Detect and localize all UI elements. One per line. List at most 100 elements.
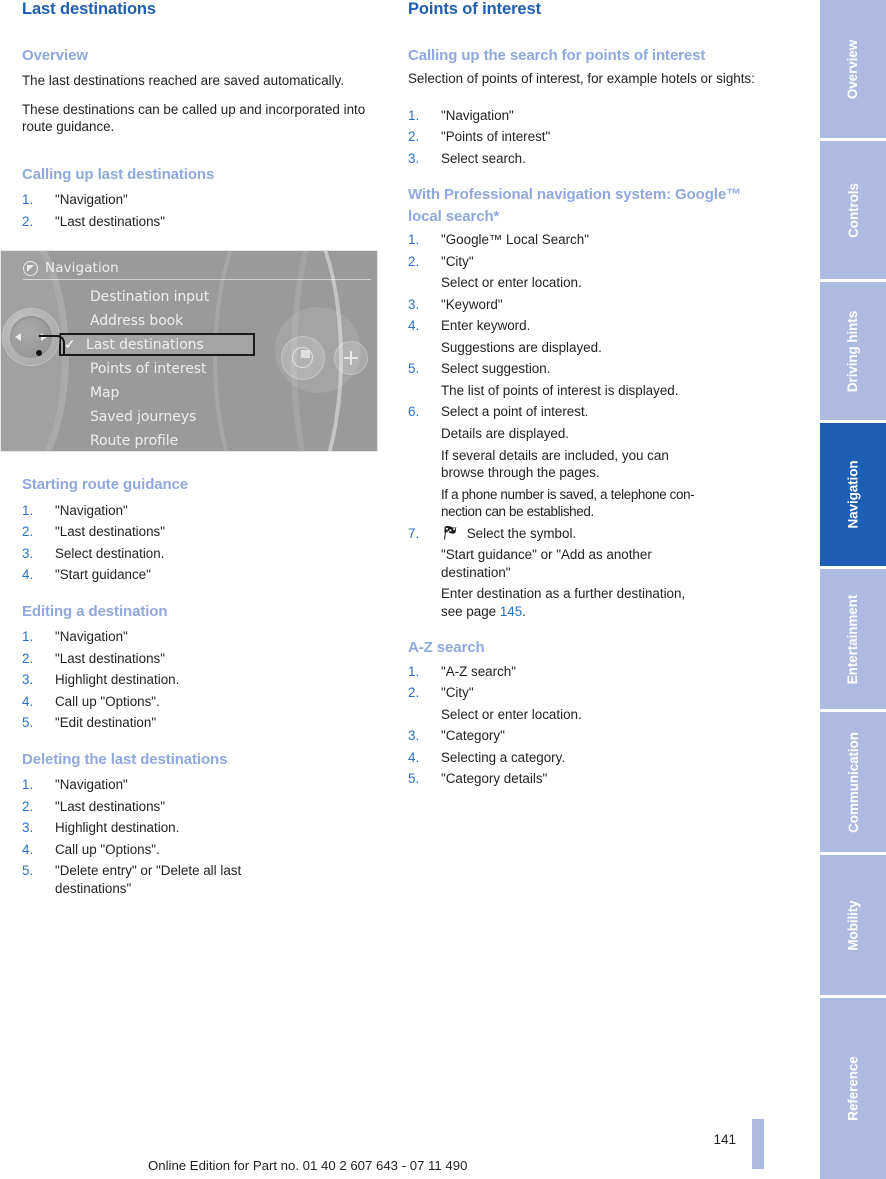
step-detail: If a phone number is saved, a telephone … xyxy=(441,486,695,520)
step-number: 5. xyxy=(408,771,420,787)
page-edge-marker xyxy=(752,1119,764,1169)
list-item: 2. "Last destinations" xyxy=(22,213,397,231)
step-number: 7. xyxy=(408,525,420,541)
list-item: 3. "Keyword" xyxy=(408,296,783,314)
page-reference-link[interactable]: 145 xyxy=(500,604,522,619)
step-number: 2. xyxy=(22,650,34,666)
step-detail: Details are displayed. xyxy=(441,425,570,441)
step-text: Call up "Options". xyxy=(55,841,160,857)
menu-item-label: Address book xyxy=(90,313,184,330)
page-title-left: Last destinations xyxy=(22,0,156,18)
step-detail: The list of points of interest is displa… xyxy=(441,382,679,398)
idrive-menu-item-map[interactable]: Map xyxy=(87,381,317,405)
step-number: 1. xyxy=(22,629,34,645)
steps-calling-up-last-destinations: 1. "Navigation" 2. "Last destinations" xyxy=(22,191,397,230)
steps-google-local-search: 1. "Google™ Local Search" 2. "City" Sele… xyxy=(408,231,783,620)
step-text: "Start guidance" xyxy=(55,567,151,583)
step-number: 1. xyxy=(408,107,420,123)
step-number: 4. xyxy=(22,567,34,583)
divider xyxy=(23,279,371,281)
list-item: 6. Select a point of interest. Details a… xyxy=(408,403,783,520)
list-item: 4. "Start guidance" xyxy=(22,566,397,584)
step-text: Select a point of interest. xyxy=(441,404,589,420)
idrive-header-title: Navigation xyxy=(45,260,119,277)
list-item: 2. "Points of interest" xyxy=(408,128,783,146)
tab-navigation[interactable]: Navigation xyxy=(820,423,886,566)
step-text: "Navigation" xyxy=(441,107,514,123)
callout-leader-line xyxy=(39,335,65,355)
idrive-menu-item-saved-journeys[interactable]: Saved journeys xyxy=(87,405,317,429)
step-text: Select destination. xyxy=(55,545,165,561)
list-item: 4. Selecting a category. xyxy=(408,749,783,767)
tab-reference[interactable]: Reference xyxy=(820,998,886,1179)
step-text: "Keyword" xyxy=(441,296,503,312)
step-text: Select search. xyxy=(441,150,526,166)
step-text: Select suggestion. xyxy=(441,361,551,377)
tab-label: Navigation xyxy=(845,460,861,529)
list-item: 1. "Navigation" xyxy=(22,776,397,794)
list-item: 3. Highlight destination. xyxy=(22,819,397,837)
step-detail: Suggestions are displayed. xyxy=(441,339,602,355)
step-detail: If several details are included, you can… xyxy=(441,447,669,481)
steps-calling-up-search-poi: 1. "Navigation" 2. "Points of interest" … xyxy=(408,107,783,168)
idrive-menu-item-last-destinations[interactable]: ✓ Last destinations xyxy=(59,333,255,357)
tab-controls[interactable]: Controls xyxy=(820,141,886,279)
idrive-menu-item-address-book[interactable]: Address book xyxy=(87,309,317,333)
step-text: Highlight destination. xyxy=(55,672,180,688)
heading-calling-up-search-poi: Calling up the search for points of inte… xyxy=(408,46,706,64)
list-item: 4. Call up "Options". xyxy=(22,693,397,711)
list-item: 3. Highlight destination. xyxy=(22,671,397,689)
left-column: Last destinations Overview The last dest… xyxy=(0,0,397,897)
poi-intro-paragraph: Selection of points of interest, for exa… xyxy=(408,71,755,87)
menu-item-label: Destination input xyxy=(90,289,210,306)
idrive-menu-item-route-profile[interactable]: Route profile xyxy=(87,429,317,451)
map-pie-glyph xyxy=(292,347,313,369)
list-item: 5. "Edit destination" xyxy=(22,714,397,732)
tab-overview[interactable]: Overview xyxy=(820,0,886,138)
steps-editing-a-destination: 1. "Navigation" 2. "Last destinations" 3… xyxy=(22,628,397,732)
step-number: 1. xyxy=(408,663,420,679)
step-text: "Navigation" xyxy=(55,502,128,518)
step-number: 4. xyxy=(408,749,420,765)
checkered-flag-icon xyxy=(441,525,458,540)
heading-starting-route-guidance: Starting route guidance xyxy=(22,476,189,494)
step-detail: "Start guidance" or "Add as another dest… xyxy=(441,547,652,580)
step-text: "A-Z search" xyxy=(441,663,516,679)
map-view-icon[interactable] xyxy=(281,336,325,381)
list-item: 3. "Category" xyxy=(408,727,783,745)
heading-google-local-search: With Professional navigation system: Goo… xyxy=(408,186,742,225)
menu-item-label: Map xyxy=(90,385,120,402)
tab-label: Reference xyxy=(845,1056,861,1121)
step-text: "Last destinations" xyxy=(55,524,166,540)
step-text: "Navigation" xyxy=(55,192,128,208)
step-number: 2. xyxy=(22,213,34,229)
list-item: 2. "Last destinations" xyxy=(22,650,397,668)
tab-mobility[interactable]: Mobility xyxy=(820,855,886,995)
tab-driving-hints[interactable]: Driving hints xyxy=(820,282,886,420)
list-item: 5. "Delete entry" or "Delete all last de… xyxy=(22,862,287,897)
tab-label: Controls xyxy=(845,182,861,238)
step-number: 1. xyxy=(22,777,34,793)
step-number: 2. xyxy=(408,253,420,269)
step-number: 5. xyxy=(22,863,34,879)
step-number: 5. xyxy=(408,361,420,377)
list-item: 3. Select destination. xyxy=(22,545,397,563)
step-text: Select the symbol. xyxy=(466,525,577,541)
tab-entertainment[interactable]: Entertainment xyxy=(820,569,886,709)
list-item: 2. "City" Select or enter location. xyxy=(408,253,783,292)
step-text: "Points of interest" xyxy=(441,129,551,145)
step-text: "Google™ Local Search" xyxy=(441,232,589,248)
idrive-menu-item-destination-input[interactable]: Destination input xyxy=(87,285,317,309)
step-detail: Select or enter location. xyxy=(441,275,582,291)
heading-deleting-the-last-destinations: Deleting the last destinations xyxy=(22,750,228,768)
tab-communication[interactable]: Communication xyxy=(820,712,886,852)
tab-label: Communication xyxy=(845,731,861,833)
menu-item-label: Points of interest xyxy=(90,361,207,378)
step-number: 2. xyxy=(22,798,34,814)
step-text: "Last destinations" xyxy=(55,798,166,814)
chapter-tab-strip: Overview Controls Driving hints Navigati… xyxy=(820,0,886,1179)
idrive-menu-list: Destination input Address book ✓ Last de… xyxy=(59,285,317,451)
